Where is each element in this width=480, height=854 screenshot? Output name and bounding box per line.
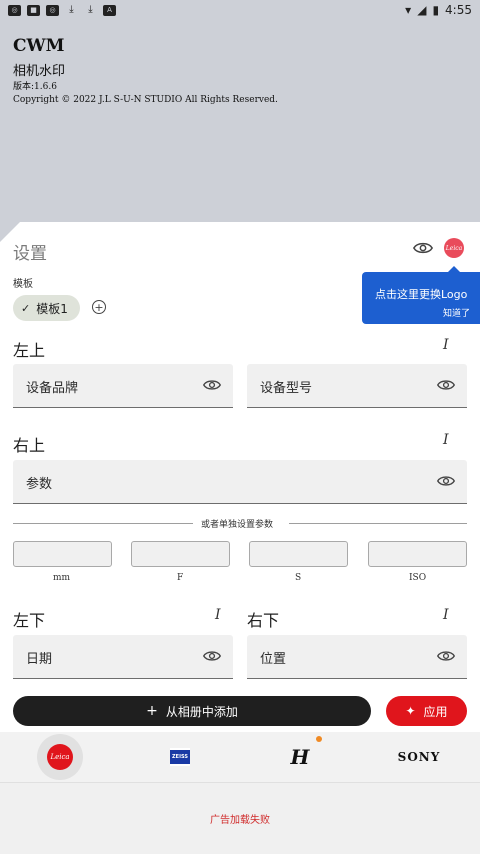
template-chip[interactable]: ✓ 模板1 [13, 295, 80, 321]
visibility-eye-icon[interactable] [437, 649, 455, 663]
visibility-eye-icon[interactable] [203, 378, 221, 392]
apply-label: 应用 [423, 704, 448, 719]
sparkle-icon: ✦ [405, 704, 416, 718]
focal-length-label: mm [53, 573, 71, 583]
status-system-icons: ▾ ◢ ▮ 4:55 [405, 3, 472, 17]
italic-style-icon[interactable]: I [215, 607, 221, 623]
download-icon: ⤓ [69, 4, 74, 15]
divider-text: 或者单独设置参数 [201, 520, 274, 530]
wifi-icon: ▾ [405, 3, 412, 17]
logo-selector-button[interactable]: Leica [444, 238, 464, 258]
aperture-label: F [177, 573, 184, 583]
iso-input[interactable] [368, 541, 467, 567]
divider-line [13, 523, 193, 524]
device-model-label: 设备型号 [260, 381, 313, 396]
add-from-album-label: 从相册中添加 [165, 704, 238, 719]
leica-logo-text: Leica [445, 244, 463, 252]
new-badge-dot [316, 736, 322, 742]
section-top-right-title: 右上 [13, 436, 46, 455]
brand-zeiss[interactable]: ZEISS [150, 732, 210, 782]
status-notification-icons: ◎ ■ ◎ ⤓ ⤓ A [8, 4, 116, 16]
app-version: 版本:1.6.6 [13, 82, 57, 92]
ad-banner: 广告加载失败 [0, 782, 480, 854]
ad-failed-text: 广告加载失败 [210, 815, 270, 826]
parameters-field[interactable]: 参数 [13, 460, 467, 504]
status-time: 4:55 [445, 3, 472, 17]
tooltip-text: 点击这里更换Logo [375, 288, 468, 301]
section-top-left-title: 左上 [13, 341, 46, 360]
parameters-label: 参数 [26, 477, 53, 492]
device-model-field[interactable]: 设备型号 [247, 364, 467, 408]
battery-icon: ▮ [432, 3, 440, 17]
zeiss-logo-icon: ZEISS [170, 748, 190, 766]
brand-leica[interactable]: Leica [37, 734, 83, 780]
focal-length-input[interactable] [13, 541, 112, 567]
leica-logo-text: Leica [50, 753, 70, 761]
leica-logo-icon: Leica [47, 744, 73, 770]
settings-title: 设置 [13, 244, 47, 264]
app-copyright: Copyright © 2022 J.L S-U-N STUDIO All Ri… [13, 95, 278, 105]
plus-icon: + [146, 703, 158, 719]
add-template-icon[interactable]: + [92, 300, 106, 314]
cellular-icon: ◢ [417, 3, 427, 17]
preview-eye-icon[interactable] [413, 240, 433, 256]
app-subtitle: 相机水印 [13, 64, 66, 79]
device-brand-field[interactable]: 设备品牌 [13, 364, 233, 408]
sony-logo-text: SONY [397, 750, 441, 764]
visibility-eye-icon[interactable] [203, 649, 221, 663]
location-field[interactable]: 位置 [247, 635, 467, 679]
location-label: 位置 [260, 652, 287, 667]
app-name: CWM [13, 36, 65, 56]
cwm-notification-icon: ◎ [46, 4, 59, 16]
cwm-notification-icon: ◎ [8, 4, 21, 16]
iso-label: ISO [409, 573, 427, 583]
hasselblad-logo-icon: H [290, 745, 310, 769]
shutter-label: S [295, 573, 302, 583]
device-brand-label: 设备品牌 [26, 381, 79, 396]
add-from-album-button[interactable]: + 从相册中添加 [13, 696, 371, 726]
section-bottom-right-title: 右下 [247, 611, 280, 630]
template-label: 模板 [13, 279, 33, 290]
divider-line [289, 523, 467, 524]
italic-style-icon[interactable]: I [443, 432, 449, 448]
aperture-input[interactable] [131, 541, 230, 567]
shutter-input[interactable] [249, 541, 348, 567]
brand-sony[interactable]: SONY [384, 732, 454, 782]
date-label: 日期 [26, 652, 53, 667]
app-notification-icon: A [103, 4, 116, 16]
template-chip-label: 模板1 [36, 301, 68, 316]
zeiss-logo-text: ZEISS [172, 754, 188, 760]
italic-style-icon[interactable]: I [443, 337, 449, 353]
download-icon: ⤓ [88, 4, 93, 15]
date-field[interactable]: 日期 [13, 635, 233, 679]
status-bar: ◎ ■ ◎ ⤓ ⤓ A ▾ ◢ ▮ 4:55 [0, 0, 480, 20]
separate-params-divider: 或者单独设置参数 [13, 517, 467, 530]
apply-button[interactable]: ✦ 应用 [386, 696, 467, 726]
visibility-eye-icon[interactable] [437, 378, 455, 392]
brand-logo-bar: Leica ZEISS H SONY [0, 732, 480, 782]
visibility-eye-icon[interactable] [437, 474, 455, 488]
section-bottom-left-title: 左下 [13, 611, 46, 630]
stop-icon: ■ [27, 4, 40, 16]
change-logo-tooltip: 点击这里更换Logo 知道了 [362, 266, 480, 324]
check-icon: ✓ [21, 301, 31, 315]
italic-style-icon[interactable]: I [443, 607, 449, 623]
tooltip-dismiss-button[interactable]: 知道了 [443, 306, 470, 319]
